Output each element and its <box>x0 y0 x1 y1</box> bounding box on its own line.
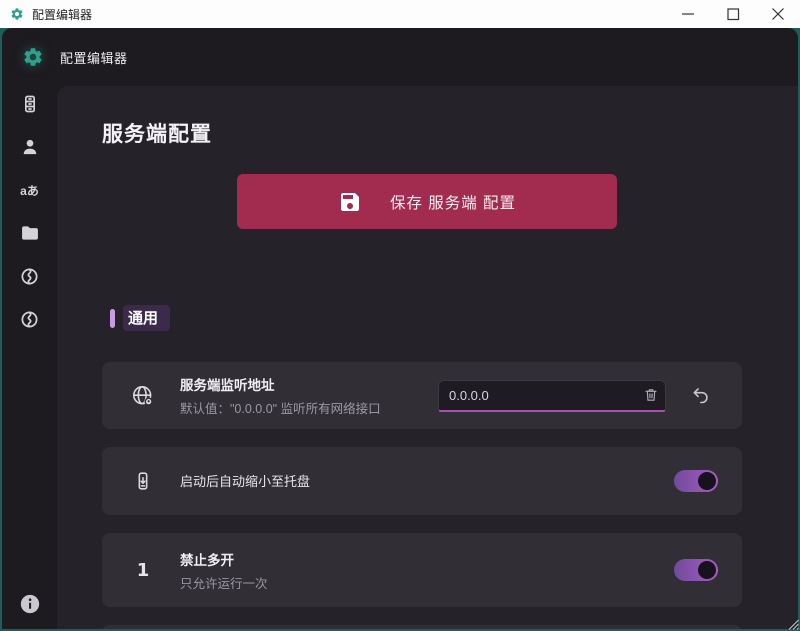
minimize-icon <box>676 2 700 26</box>
translate-icon: aあ <box>20 182 39 199</box>
section-general: 通用 <box>110 305 798 331</box>
setting-text: 服务端监听地址 默认值："0.0.0.0" 监听所有网络接口 <box>180 374 438 417</box>
section-title: 通用 <box>123 305 170 331</box>
globe-pin-icon <box>130 384 156 408</box>
setting-subtitle: 默认值："0.0.0.0" 监听所有网络接口 <box>180 398 438 417</box>
toggle-knob <box>698 561 716 579</box>
setting-subtitle: 只允许运行一次 <box>180 573 674 592</box>
close-button[interactable] <box>755 0 800 28</box>
app-header: 配置编辑器 <box>2 28 798 86</box>
listen-address-field-wrap <box>438 380 666 412</box>
close-icon <box>766 2 790 26</box>
save-floppy-icon <box>338 190 362 214</box>
sidebar: aあ <box>2 86 57 629</box>
app-surface: 配置编辑器 aあ <box>2 28 798 629</box>
single-instance-icon: 1 <box>130 560 156 581</box>
trash-icon <box>643 387 659 403</box>
setting-title: 禁止多开 <box>180 549 674 569</box>
resize-grip[interactable] <box>788 619 799 630</box>
app-gear-icon <box>10 7 24 21</box>
setting-title: 启动后自动缩小至托盘 <box>180 474 310 489</box>
body-row: aあ <box>2 86 798 629</box>
setting-text: 启动后自动缩小至托盘 <box>180 471 674 491</box>
os-titlebar: 配置编辑器 <box>0 0 800 28</box>
globe-route-icon <box>20 310 39 329</box>
server-icon <box>20 94 40 114</box>
reset-value-button[interactable] <box>688 383 714 409</box>
clear-input-button[interactable] <box>637 380 665 410</box>
folder-icon <box>20 223 40 243</box>
minimize-to-tray-icon <box>130 470 156 492</box>
section-accent-bar <box>110 309 115 328</box>
user-icon <box>20 137 40 157</box>
minimize-button[interactable] <box>665 0 710 28</box>
setting-row-minimize-to-tray: 启动后自动缩小至托盘 <box>102 447 742 515</box>
single-instance-toggle[interactable] <box>674 559 718 581</box>
setting-row-partial <box>102 625 742 629</box>
main-content: 服务端配置 保存 服务端 配置 通用 <box>57 86 798 629</box>
app-header-title: 配置编辑器 <box>60 48 128 67</box>
maximize-button[interactable] <box>710 0 755 28</box>
undo-icon <box>691 386 711 406</box>
setting-text: 禁止多开 只允许运行一次 <box>180 549 674 592</box>
page-title: 服务端配置 <box>102 118 798 148</box>
save-server-config-button[interactable]: 保存 服务端 配置 <box>237 174 617 229</box>
save-button-label: 保存 服务端 配置 <box>390 191 516 213</box>
globe-route-icon <box>20 267 39 286</box>
sidebar-item-files[interactable] <box>17 221 43 245</box>
setting-row-listen-address: 服务端监听地址 默认值："0.0.0.0" 监听所有网络接口 <box>102 362 742 429</box>
maximize-icon <box>721 2 745 26</box>
sidebar-item-language[interactable]: aあ <box>17 178 43 202</box>
settings-list: 服务端监听地址 默认值："0.0.0.0" 监听所有网络接口 <box>102 362 742 629</box>
sidebar-item-network-1[interactable] <box>17 264 43 288</box>
sidebar-item-network-2[interactable] <box>17 307 43 331</box>
sidebar-item-user[interactable] <box>17 135 43 159</box>
setting-row-single-instance: 1 禁止多开 只允许运行一次 <box>102 533 742 607</box>
app-frame: 配置编辑器 aあ <box>0 28 800 631</box>
minimize-to-tray-toggle[interactable] <box>674 470 718 492</box>
window-title: 配置编辑器 <box>32 6 92 23</box>
app-gear-icon <box>22 46 44 68</box>
sidebar-item-server[interactable] <box>17 92 43 116</box>
info-icon <box>19 593 41 615</box>
toggle-knob <box>698 472 716 490</box>
sidebar-about-button[interactable] <box>17 592 43 616</box>
setting-title: 服务端监听地址 <box>180 374 438 394</box>
listen-address-input[interactable] <box>439 388 637 403</box>
